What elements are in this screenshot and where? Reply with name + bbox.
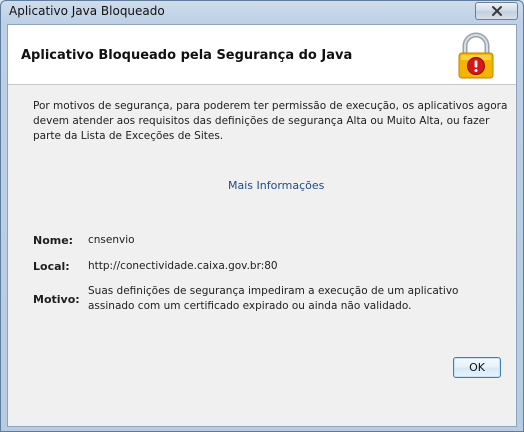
- name-label: Nome:: [33, 234, 74, 247]
- dialog-header: Aplicativo Bloqueado pela Segurança do J…: [8, 25, 516, 85]
- reason-label: Motivo:: [33, 293, 80, 306]
- close-icon: [491, 6, 502, 16]
- dialog-client-area: Aplicativo Bloqueado pela Segurança do J…: [7, 24, 517, 427]
- header-title: Aplicativo Bloqueado pela Segurança do J…: [21, 48, 353, 63]
- location-value: http://conectividade.caixa.gov.br:80: [88, 260, 278, 272]
- lock-warning-icon: [458, 32, 494, 79]
- name-value: cnsenvio: [88, 234, 135, 246]
- title-bar[interactable]: Aplicativo Java Bloqueado: [1, 1, 523, 23]
- close-button[interactable]: [475, 2, 518, 20]
- dialog-window: Aplicativo Java Bloqueado Aplicativo Blo…: [0, 0, 524, 432]
- security-message: Por motivos de segurança, para poderem t…: [33, 100, 508, 142]
- reason-value: Suas definições de segurança impediram a…: [88, 285, 459, 312]
- location-label: Local:: [33, 260, 70, 273]
- window-title: Aplicativo Java Bloqueado: [9, 4, 165, 18]
- ok-button[interactable]: OK: [453, 357, 501, 378]
- more-info-link[interactable]: Mais Informações: [228, 179, 324, 192]
